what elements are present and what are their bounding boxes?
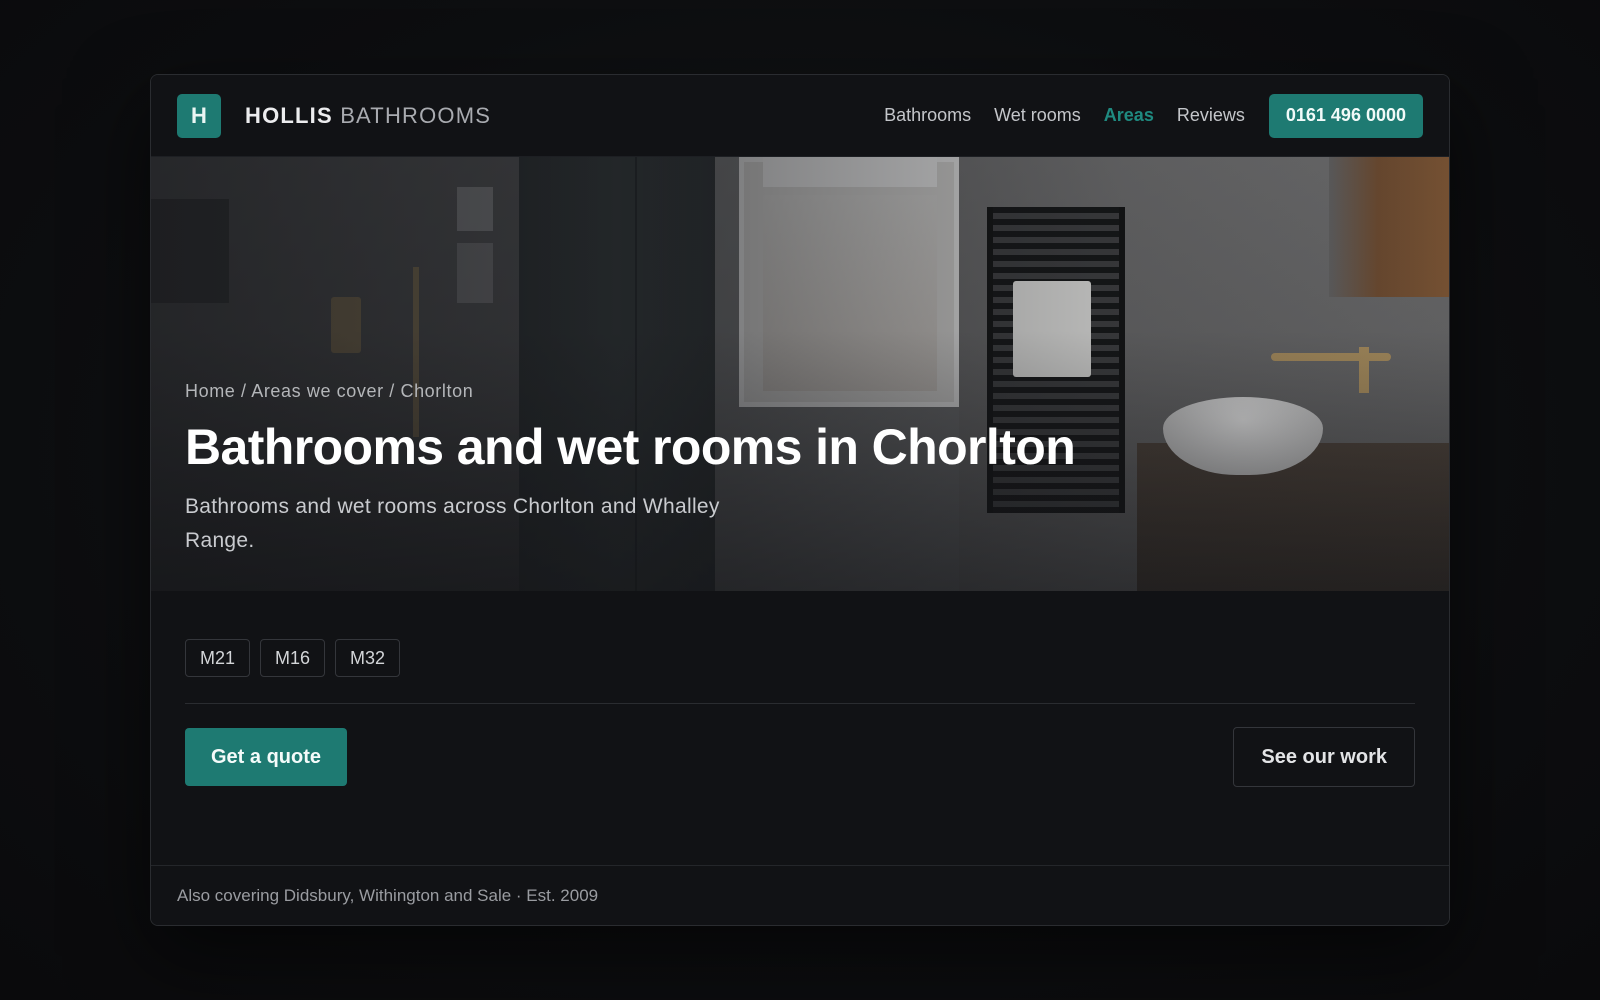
- see-our-work-button[interactable]: See our work: [1233, 727, 1415, 787]
- divider: [185, 703, 1415, 704]
- brand-primary: HOLLIS: [245, 102, 333, 128]
- brand-secondary: BATHROOMS: [340, 102, 492, 128]
- hero-content: Home / Areas we cover / Chorlton Bathroo…: [185, 381, 1076, 558]
- site-header: H HOLLIS BATHROOMS Bathrooms Wet rooms A…: [151, 75, 1449, 157]
- postcode-chip[interactable]: M16: [260, 639, 326, 677]
- postcode-chips: M21 M16 M32: [185, 639, 1415, 677]
- site-frame: H HOLLIS BATHROOMS Bathrooms Wet rooms A…: [150, 74, 1450, 926]
- nav-areas[interactable]: Areas: [1104, 105, 1154, 126]
- area-details: M21 M16 M32 Get a quote See our work: [151, 591, 1449, 787]
- main-nav: Bathrooms Wet rooms Areas Reviews 0161 4…: [861, 93, 1423, 138]
- cta-row: Get a quote See our work: [185, 727, 1415, 787]
- breadcrumb[interactable]: Home / Areas we cover / Chorlton: [185, 381, 1075, 402]
- postcode-chip[interactable]: M21: [185, 639, 251, 677]
- footer-note: Also covering Didsbury, Withington and S…: [151, 865, 1449, 925]
- phone-button[interactable]: 0161 496 0000: [1268, 93, 1423, 138]
- brand-name[interactable]: HOLLIS BATHROOMS: [245, 103, 491, 129]
- nav-reviews[interactable]: Reviews: [1177, 105, 1245, 126]
- get-quote-button[interactable]: Get a quote: [185, 728, 348, 786]
- page-title: Bathrooms and wet rooms in Chorlton: [185, 419, 1076, 475]
- nav-bathrooms[interactable]: Bathrooms: [884, 105, 971, 126]
- hero-subtitle: Bathrooms and wet rooms across Chorlton …: [185, 495, 720, 552]
- logo-mark[interactable]: H: [177, 93, 221, 138]
- hero: Home / Areas we cover / Chorlton Bathroo…: [151, 157, 1449, 591]
- nav-wet-rooms[interactable]: Wet rooms: [994, 105, 1081, 126]
- postcode-chip[interactable]: M32: [335, 639, 401, 677]
